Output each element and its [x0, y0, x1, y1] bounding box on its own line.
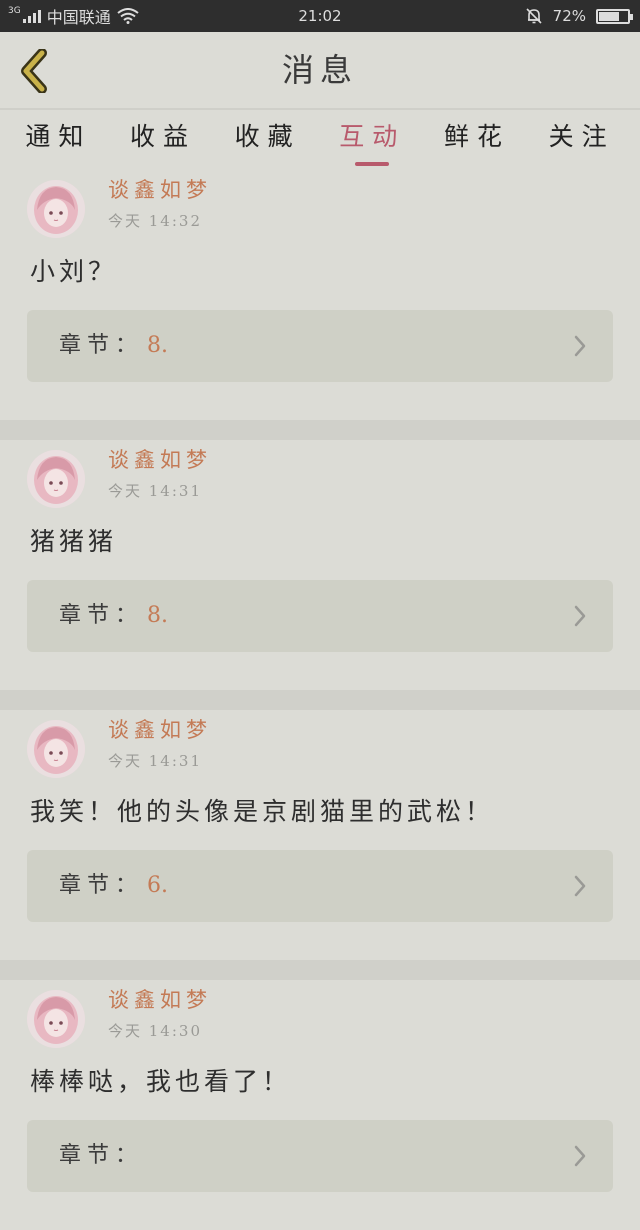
- message-text: 棒棒哒，我也看了！: [30, 1067, 292, 1096]
- tab-label: 收藏: [234, 122, 301, 151]
- message-card: 谈鑫如梦今天 14:31 猪猪猪章节： 8.: [0, 440, 640, 690]
- tab-label: 关注: [548, 122, 615, 151]
- chevron-right-icon: [574, 335, 586, 357]
- card-separator: [0, 690, 640, 710]
- back-button[interactable]: [14, 48, 54, 94]
- tab-bar: 通知 收益 收藏 互动 鲜花 关注: [0, 110, 640, 170]
- message-text: 小刘？: [30, 257, 118, 286]
- chapter-label: 章节：: [59, 333, 144, 358]
- chevron-left-icon: [21, 49, 47, 93]
- username[interactable]: 谈鑫如梦: [108, 984, 212, 1014]
- avatar[interactable]: [27, 990, 85, 1048]
- status-right: 72%: [525, 0, 633, 32]
- nav-bar: 消息: [0, 32, 640, 110]
- avatar[interactable]: [27, 720, 85, 778]
- tab-flowers[interactable]: 鲜花: [442, 110, 512, 170]
- username[interactable]: 谈鑫如梦: [108, 174, 212, 204]
- page-title: 消息: [281, 51, 358, 89]
- tab-label: 鲜花: [443, 122, 510, 151]
- status-bar: 3G 中国联通 21:02 72%: [0, 0, 640, 32]
- message-card: 谈鑫如梦今天 14:31 我笑！他的头像是京剧猫里的武松！ 章节： 6.: [0, 710, 640, 960]
- tab-label: 通知: [25, 122, 92, 151]
- tab-following[interactable]: 关注: [547, 110, 617, 170]
- message-time: 今天 14:31: [108, 482, 202, 500]
- avatar[interactable]: [27, 180, 85, 238]
- tab-label: 收益: [129, 122, 196, 151]
- battery-icon: [596, 8, 633, 24]
- tab-favorites[interactable]: 收藏: [233, 110, 303, 170]
- username[interactable]: 谈鑫如梦: [108, 444, 212, 474]
- chevron-right-icon: [574, 1145, 586, 1167]
- username[interactable]: 谈鑫如梦: [108, 714, 212, 744]
- chapter-label: 章节：: [59, 873, 144, 898]
- active-tab-indicator: [355, 162, 390, 166]
- message-time: 今天 14:30: [108, 1022, 202, 1040]
- tab-earnings[interactable]: 收益: [128, 110, 198, 170]
- card-separator: [0, 960, 640, 980]
- message-card: 谈鑫如梦今天 14:32 小刘？ 章节： 8.: [0, 170, 640, 420]
- chapter-value: 8.: [147, 603, 168, 628]
- chapter-label: 章节：: [59, 603, 144, 628]
- tab-label: 互动: [339, 122, 406, 151]
- battery-level: [599, 11, 619, 21]
- message-list: 谈鑫如梦 今天 14:32 小刘？ 章节： 8. 谈鑫如梦 今天 14:31 猪猪猪 章节： 8.…: [0, 170, 640, 1230]
- chapter-label: 章节：: [59, 1143, 144, 1168]
- chapter-value: 6.: [147, 873, 168, 898]
- chapter-link[interactable]: 章节：: [27, 1120, 613, 1192]
- avatar[interactable]: [27, 450, 85, 508]
- message-text: 猪猪猪: [30, 527, 118, 556]
- chevron-right-icon: [574, 605, 586, 627]
- chapter-link[interactable]: 章节： 6.: [27, 850, 613, 922]
- battery-percent: 72%: [552, 7, 586, 25]
- chevron-right-icon: [574, 875, 586, 897]
- card-separator: [0, 420, 640, 440]
- bell-muted-icon: [526, 8, 542, 24]
- message-text: 我笑！他的头像是京剧猫里的武松！: [30, 797, 495, 826]
- message-card: 谈鑫如梦今天 14:30 棒棒哒，我也看了！ 章节：: [0, 980, 640, 1230]
- message-time: 今天 14:32: [108, 212, 202, 230]
- chapter-link[interactable]: 章节： 8.: [27, 580, 613, 652]
- chapter-value: 8.: [147, 333, 168, 358]
- tab-interactions[interactable]: 互动: [337, 110, 407, 170]
- chapter-link[interactable]: 章节： 8.: [27, 310, 613, 382]
- tab-notifications[interactable]: 通知: [23, 110, 93, 170]
- message-time: 今天 14:31: [108, 752, 202, 770]
